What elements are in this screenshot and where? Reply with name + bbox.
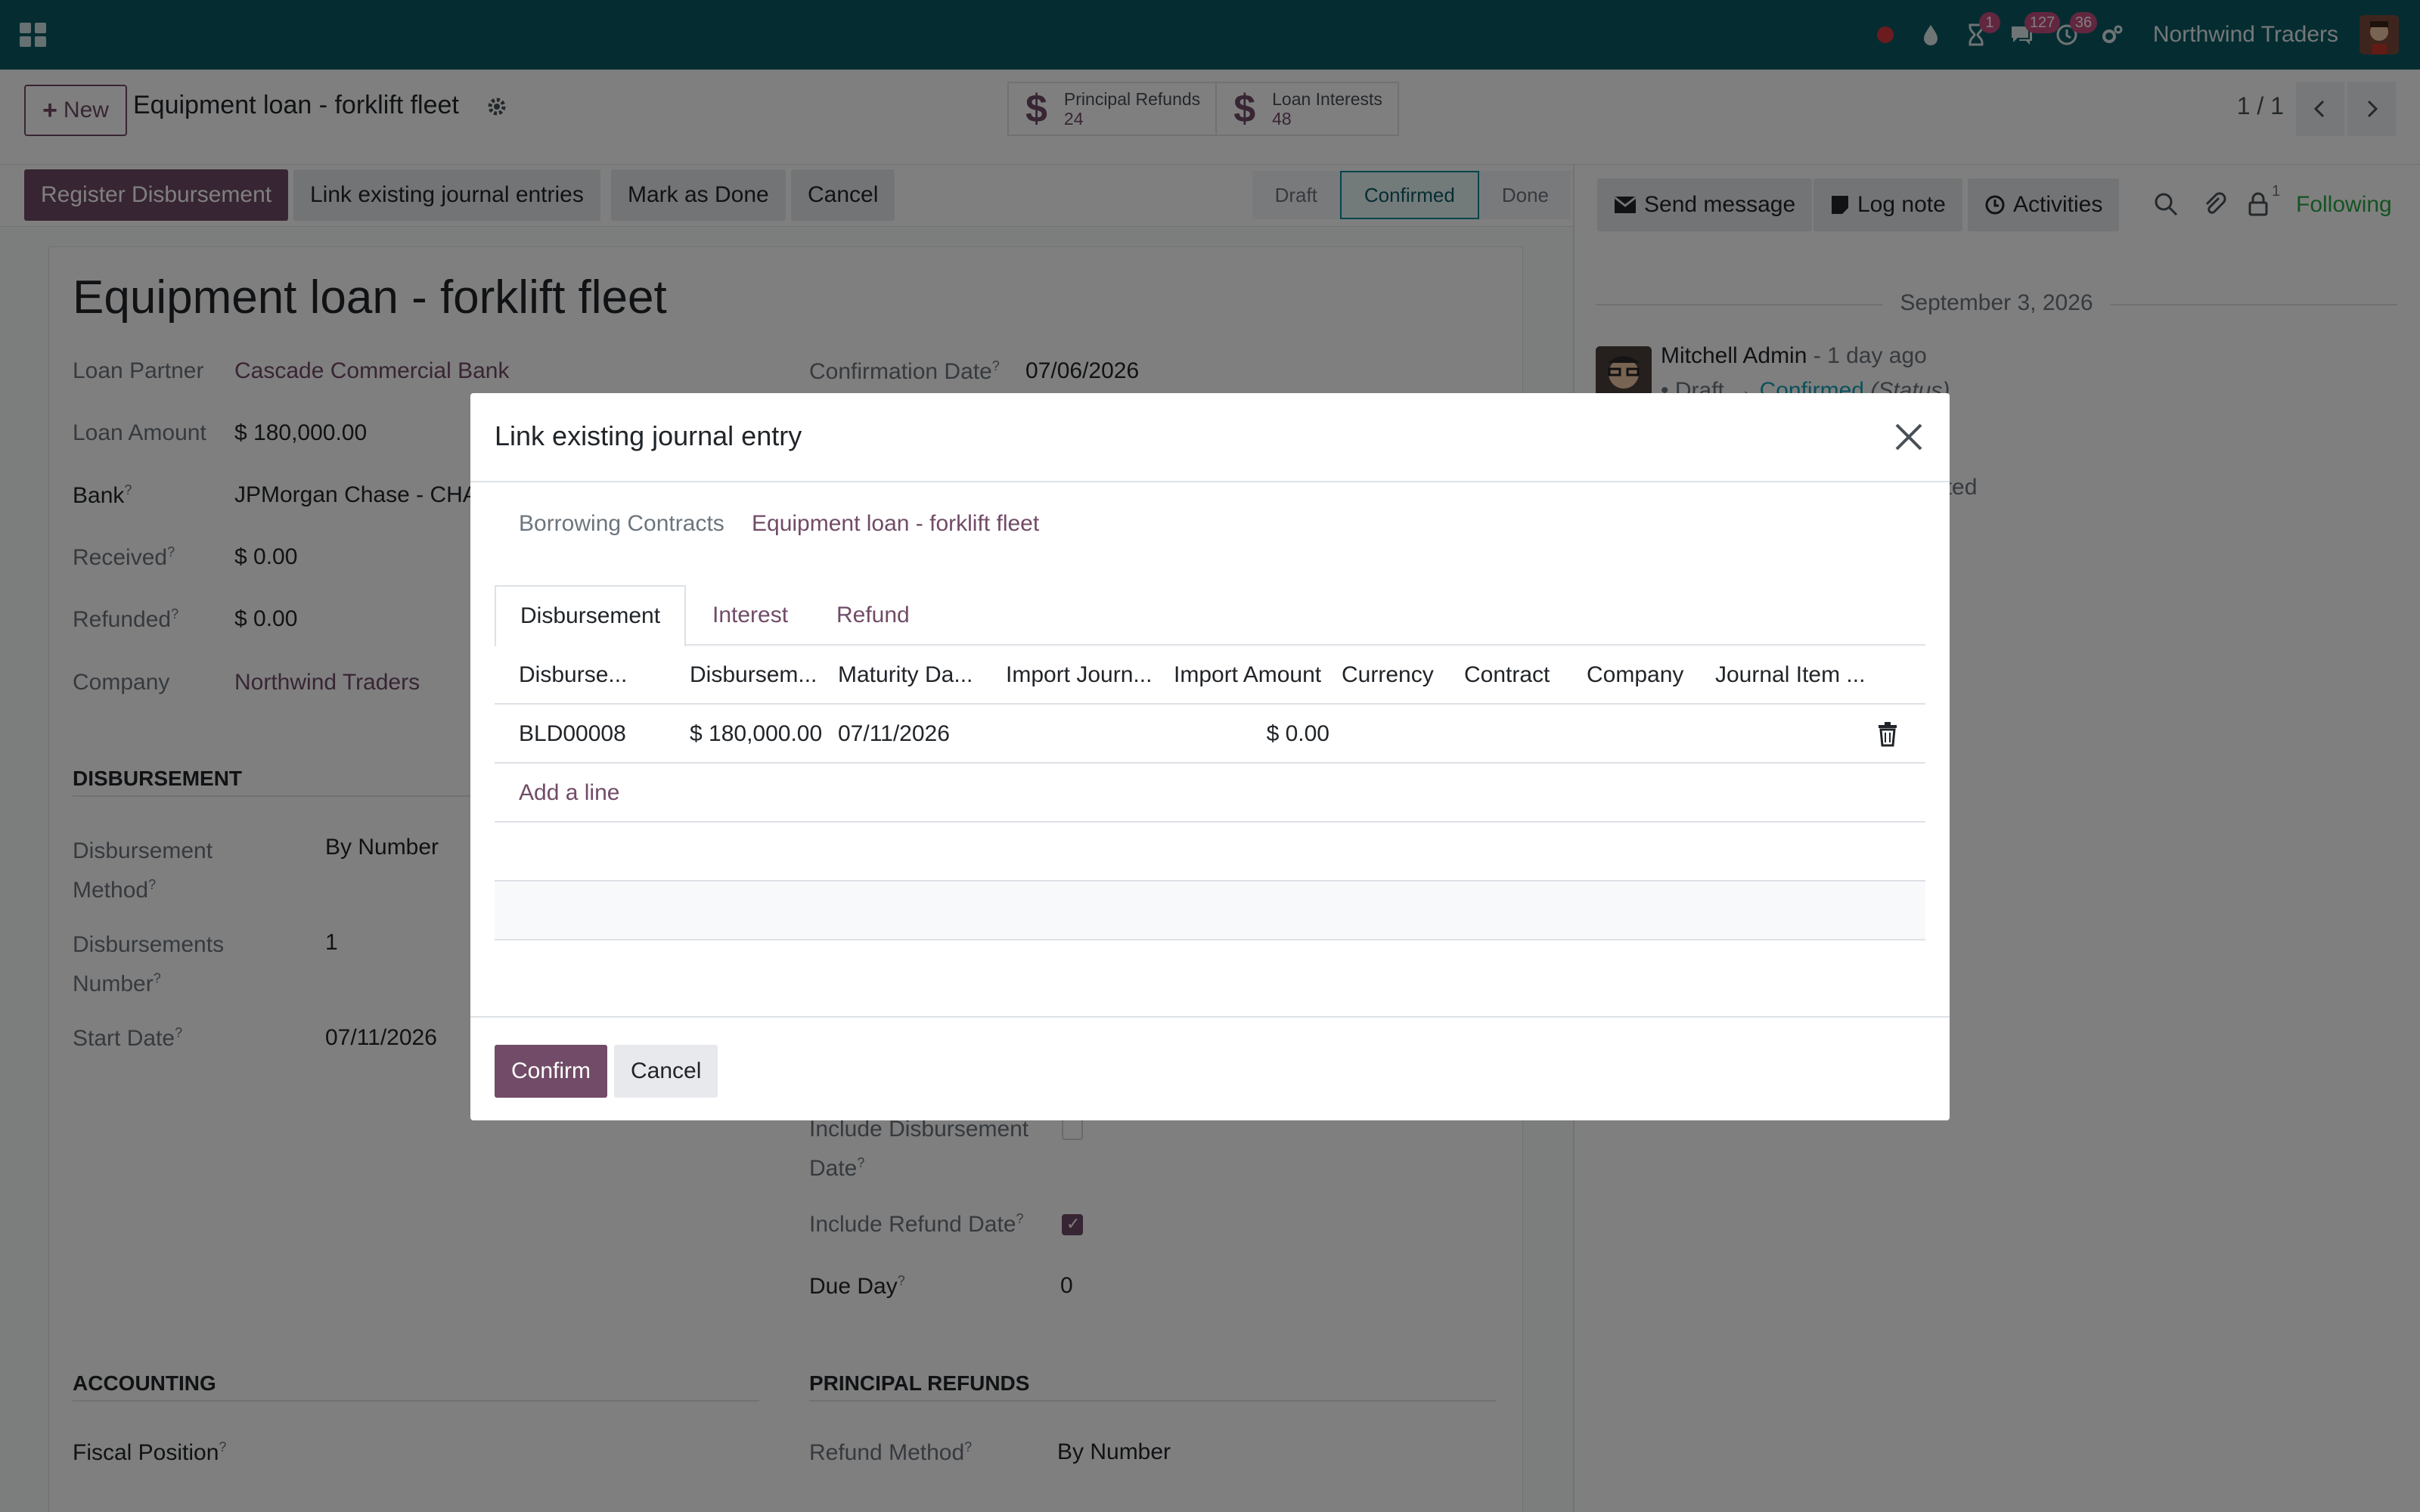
- link-journal-entry-dialog: Link existing journal entry Borrowing Co…: [470, 393, 1950, 1120]
- table-row[interactable]: BLD00008 $ 180,000.00 07/11/2026 $ 0.00: [495, 705, 1925, 764]
- column-header[interactable]: Import Journ...: [1006, 662, 1152, 688]
- cell-maturity-date[interactable]: 07/11/2026: [838, 721, 950, 747]
- tab-disbursement[interactable]: Disbursement: [495, 585, 687, 647]
- close-icon[interactable]: [1892, 420, 1925, 454]
- column-header[interactable]: Disburse...: [519, 662, 627, 688]
- modal-tabs: Disbursement Interest Refund: [495, 585, 1925, 647]
- column-header[interactable]: Currency: [1342, 662, 1434, 688]
- cell-amount[interactable]: $ 180,000.00: [690, 721, 822, 747]
- tab-refund[interactable]: Refund: [812, 585, 934, 646]
- column-header[interactable]: Maturity Da...: [838, 662, 973, 688]
- empty-row: [495, 881, 1925, 940]
- column-header[interactable]: Import Amount: [1174, 662, 1321, 688]
- modal-title: Link existing journal entry: [495, 420, 802, 451]
- modal-footer: Confirm Cancel: [470, 1016, 1950, 1120]
- cell-import-amount[interactable]: $ 0.00: [1174, 721, 1329, 747]
- column-header[interactable]: Journal Item ...: [1715, 662, 1865, 688]
- empty-row: [495, 823, 1925, 881]
- column-header[interactable]: Company: [1587, 662, 1683, 688]
- column-header[interactable]: Contract: [1464, 662, 1550, 688]
- add-line-link[interactable]: Add a line: [519, 780, 619, 806]
- tab-interest[interactable]: Interest: [688, 585, 812, 646]
- confirm-button[interactable]: Confirm: [495, 1045, 608, 1098]
- table-header: Disburse... Disbursem... Maturity Da... …: [495, 646, 1925, 705]
- borrowing-contracts-field[interactable]: Equipment loan - forklift fleet: [752, 511, 1039, 537]
- disbursement-lines-table: Disburse... Disbursem... Maturity Da... …: [495, 646, 1925, 940]
- modal-header: Link existing journal entry: [470, 393, 1950, 482]
- cancel-button[interactable]: Cancel: [614, 1045, 718, 1098]
- cell-reference[interactable]: BLD00008: [519, 721, 626, 747]
- trash-icon[interactable]: [1876, 721, 1900, 747]
- add-line-row: Add a line: [495, 764, 1925, 823]
- borrowing-contracts-label: Borrowing Contracts: [519, 511, 724, 536]
- column-header[interactable]: Disbursem...: [690, 662, 817, 688]
